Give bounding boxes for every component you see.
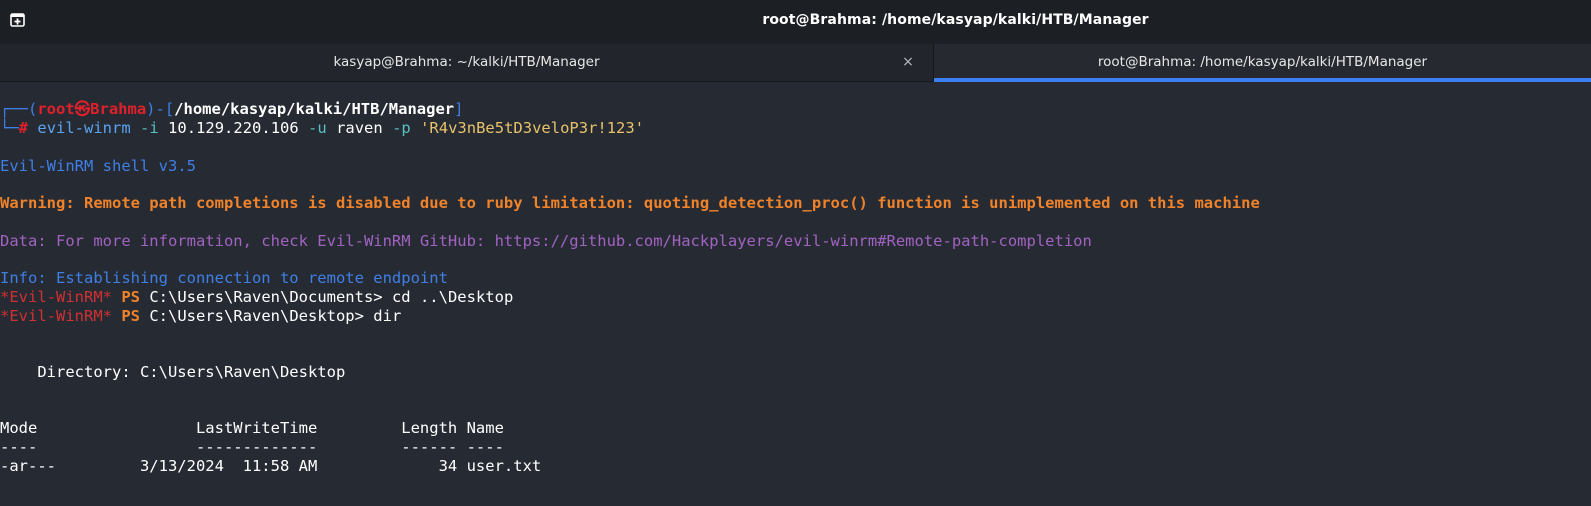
tab-label: kasyap@Brahma: ~/kalki/HTB/Manager: [333, 54, 600, 70]
banner-line: Evil-WinRM shell v3.5: [0, 157, 196, 175]
terminal-output[interactable]: ┌──(root㉿Brahma)-[/home/kasyap/kalki/HTB…: [0, 82, 1591, 506]
window-titlebar: root@Brahma: /home/kasyap/kalki/HTB/Mana…: [0, 0, 1591, 44]
tab-root[interactable]: root@Brahma: /home/kasyap/kalki/HTB/Mana…: [934, 44, 1591, 82]
listing-separator: ---- ------------- ------ ----: [0, 438, 504, 456]
ps-line: *Evil-WinRM* PS C:\Users\Raven\Documents…: [0, 288, 514, 306]
listing-row: -ar--- 3/13/2024 11:58 AM 34 user.txt: [0, 457, 542, 475]
close-icon[interactable]: ×: [901, 44, 915, 81]
warning-line: Warning: Remote path completions is disa…: [0, 194, 1260, 212]
tab-label: root@Brahma: /home/kasyap/kalki/HTB/Mana…: [1097, 54, 1428, 70]
tab-bar: kasyap@Brahma: ~/kalki/HTB/Manager × roo…: [0, 44, 1591, 82]
prompt-line: ┌──(root㉿Brahma)-[/home/kasyap/kalki/HTB…: [0, 100, 464, 118]
ps-line: *Evil-WinRM* PS C:\Users\Raven\Desktop> …: [0, 307, 402, 325]
tab-kasyap[interactable]: kasyap@Brahma: ~/kalki/HTB/Manager ×: [0, 44, 934, 81]
listing-header: Mode LastWriteTime Length Name: [0, 419, 504, 437]
info-line: Info: Establishing connection to remote …: [0, 269, 448, 287]
directory-line: Directory: C:\Users\Raven\Desktop: [0, 363, 346, 381]
command-line: └─# evil-winrm -i 10.129.220.106 -u rave…: [0, 119, 645, 137]
window-title: root@Brahma: /home/kasyap/kalki/HTB/Mana…: [762, 12, 1149, 28]
data-line: Data: For more information, check Evil-W…: [0, 232, 1092, 250]
